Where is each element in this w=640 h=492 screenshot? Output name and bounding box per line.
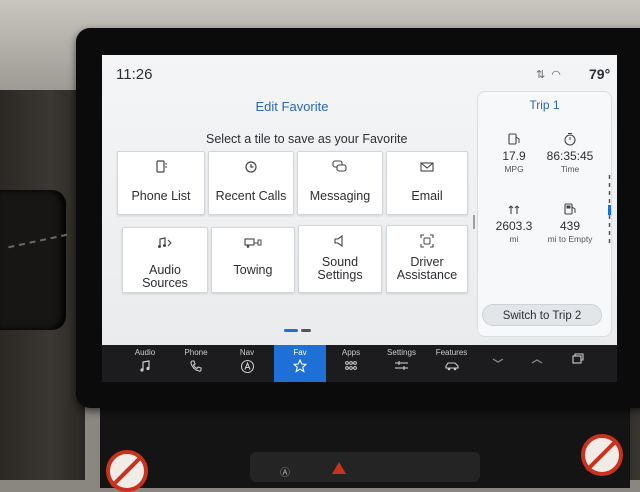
trip-stat-range: 439 mi to Empty — [538, 202, 602, 244]
trip-panel: Trip 1 17.9 MPG 86:35:45 Time 2603.3 mi — [477, 91, 612, 337]
tile-label: Email — [411, 189, 443, 203]
nav-navigation[interactable]: Nav — [226, 345, 268, 382]
dashboard-left-trim — [0, 90, 85, 480]
navigation-icon — [226, 359, 268, 374]
messaging-icon — [298, 160, 382, 174]
car-features-icon — [429, 359, 474, 373]
wifi-icon: ◠ — [551, 69, 567, 81]
nav-apps[interactable]: Apps — [330, 345, 372, 382]
status-icons: ⇅◠ — [536, 68, 567, 81]
nav-label: Fav — [293, 348, 307, 357]
tile-recent-calls[interactable]: Recent Calls — [208, 151, 294, 215]
email-icon — [387, 160, 467, 174]
nav-audio[interactable]: Audio — [124, 345, 166, 382]
apps-grid-icon — [330, 359, 372, 373]
tile-scrollbar[interactable] — [473, 215, 475, 229]
tile-label: Messaging — [309, 189, 371, 203]
tile-phone-list[interactable]: Phone List — [117, 151, 205, 215]
air-vent — [0, 190, 66, 330]
page-title: Edit Favorite — [255, 99, 329, 114]
page-dot-active — [284, 329, 298, 333]
tile-label: Driver Assistance — [396, 255, 458, 282]
trip-scrollbar[interactable] — [608, 175, 611, 245]
tile-audio-sources[interactable]: Audio Sources — [122, 227, 208, 293]
driver-assistance-icon — [387, 234, 467, 248]
trip-stat-value: 86:35:45 — [546, 149, 594, 163]
fuel-pump-icon — [538, 202, 602, 216]
tile-label: Phone List — [131, 189, 191, 203]
hazard-button-icon[interactable] — [332, 462, 346, 474]
signal-arrows-icon: ⇅ — [536, 69, 552, 81]
window-switch-icon — [564, 351, 592, 365]
stopwatch-icon — [538, 132, 602, 146]
page-indicator[interactable] — [284, 322, 314, 340]
infotainment-screen: 11:26 ⇅◠ 79° Edit Favorite Select a tile… — [102, 55, 617, 345]
trip-stat-unit: Time — [560, 164, 580, 174]
tile-messaging[interactable]: Messaging — [297, 151, 383, 215]
tile-email[interactable]: Email — [386, 151, 468, 215]
nav-collapse-button[interactable] — [484, 345, 512, 382]
star-icon — [274, 358, 326, 373]
tile-label: Sound Settings — [317, 255, 363, 282]
tile-label: Audio Sources — [142, 263, 188, 290]
trip-stat-value: 17.9 — [502, 149, 526, 163]
tile-sound-settings[interactable]: Sound Settings — [298, 225, 382, 293]
nav-label: Phone — [184, 348, 208, 357]
no-smoking-sticker-right — [581, 434, 623, 476]
distance-icon — [482, 202, 546, 216]
status-clock: 11:26 — [116, 66, 153, 83]
nav-label: Audio — [134, 348, 156, 357]
settings-sliders-icon — [379, 359, 424, 373]
nav-label: Nav — [239, 348, 255, 357]
tile-label: Towing — [233, 263, 273, 277]
outside-temperature: 79° — [589, 66, 611, 82]
nav-expand-button[interactable] — [523, 345, 551, 382]
trip-stat-unit: mi to Empty — [547, 234, 593, 244]
tile-driver-assistance[interactable]: Driver Assistance — [386, 225, 468, 293]
instruction-text: Select a tile to save as your Favorite — [206, 132, 408, 146]
no-smoking-sticker-left — [106, 450, 148, 492]
lane-assist-icon[interactable]: Ⓐ — [280, 464, 290, 479]
nav-label: Features — [435, 348, 468, 357]
bottom-nav-bar: Audio Phone Nav Fav Apps Settings Featur… — [102, 345, 617, 382]
trip-stat-mpg: 17.9 MPG — [482, 132, 546, 174]
recent-calls-icon — [209, 160, 293, 174]
sound-settings-icon — [299, 234, 381, 248]
tile-label: Recent Calls — [215, 189, 287, 203]
trip-stat-unit: MPG — [504, 164, 524, 174]
nav-features[interactable]: Features — [429, 345, 474, 382]
chevron-down-icon — [484, 353, 512, 367]
trip-stat-distance: 2603.3 mi — [482, 202, 546, 244]
trip-stat-value: 439 — [559, 219, 581, 233]
trip-stat-time: 86:35:45 Time — [538, 132, 602, 174]
phone-icon — [175, 359, 217, 373]
nav-window-switch[interactable] — [564, 345, 592, 382]
music-note-icon — [124, 359, 166, 373]
switch-trip-button[interactable]: Switch to Trip 2 — [482, 304, 602, 326]
nav-label: Apps — [341, 348, 361, 357]
nav-settings[interactable]: Settings — [379, 345, 424, 382]
fuel-economy-icon — [482, 132, 546, 146]
trip-stat-unit: mi — [509, 234, 519, 244]
nav-favorite[interactable]: Fav — [274, 345, 326, 382]
tile-towing[interactable]: Towing — [211, 227, 295, 293]
audio-sources-icon — [123, 236, 207, 250]
nav-label: Settings — [387, 348, 416, 357]
trip-title: Trip 1 — [529, 98, 560, 112]
chevron-up-icon — [523, 353, 551, 367]
nav-phone[interactable]: Phone — [175, 345, 217, 382]
phone-list-icon — [118, 160, 204, 174]
page-dot — [301, 329, 311, 333]
towing-icon — [212, 236, 294, 250]
trip-stat-value: 2603.3 — [495, 219, 533, 233]
